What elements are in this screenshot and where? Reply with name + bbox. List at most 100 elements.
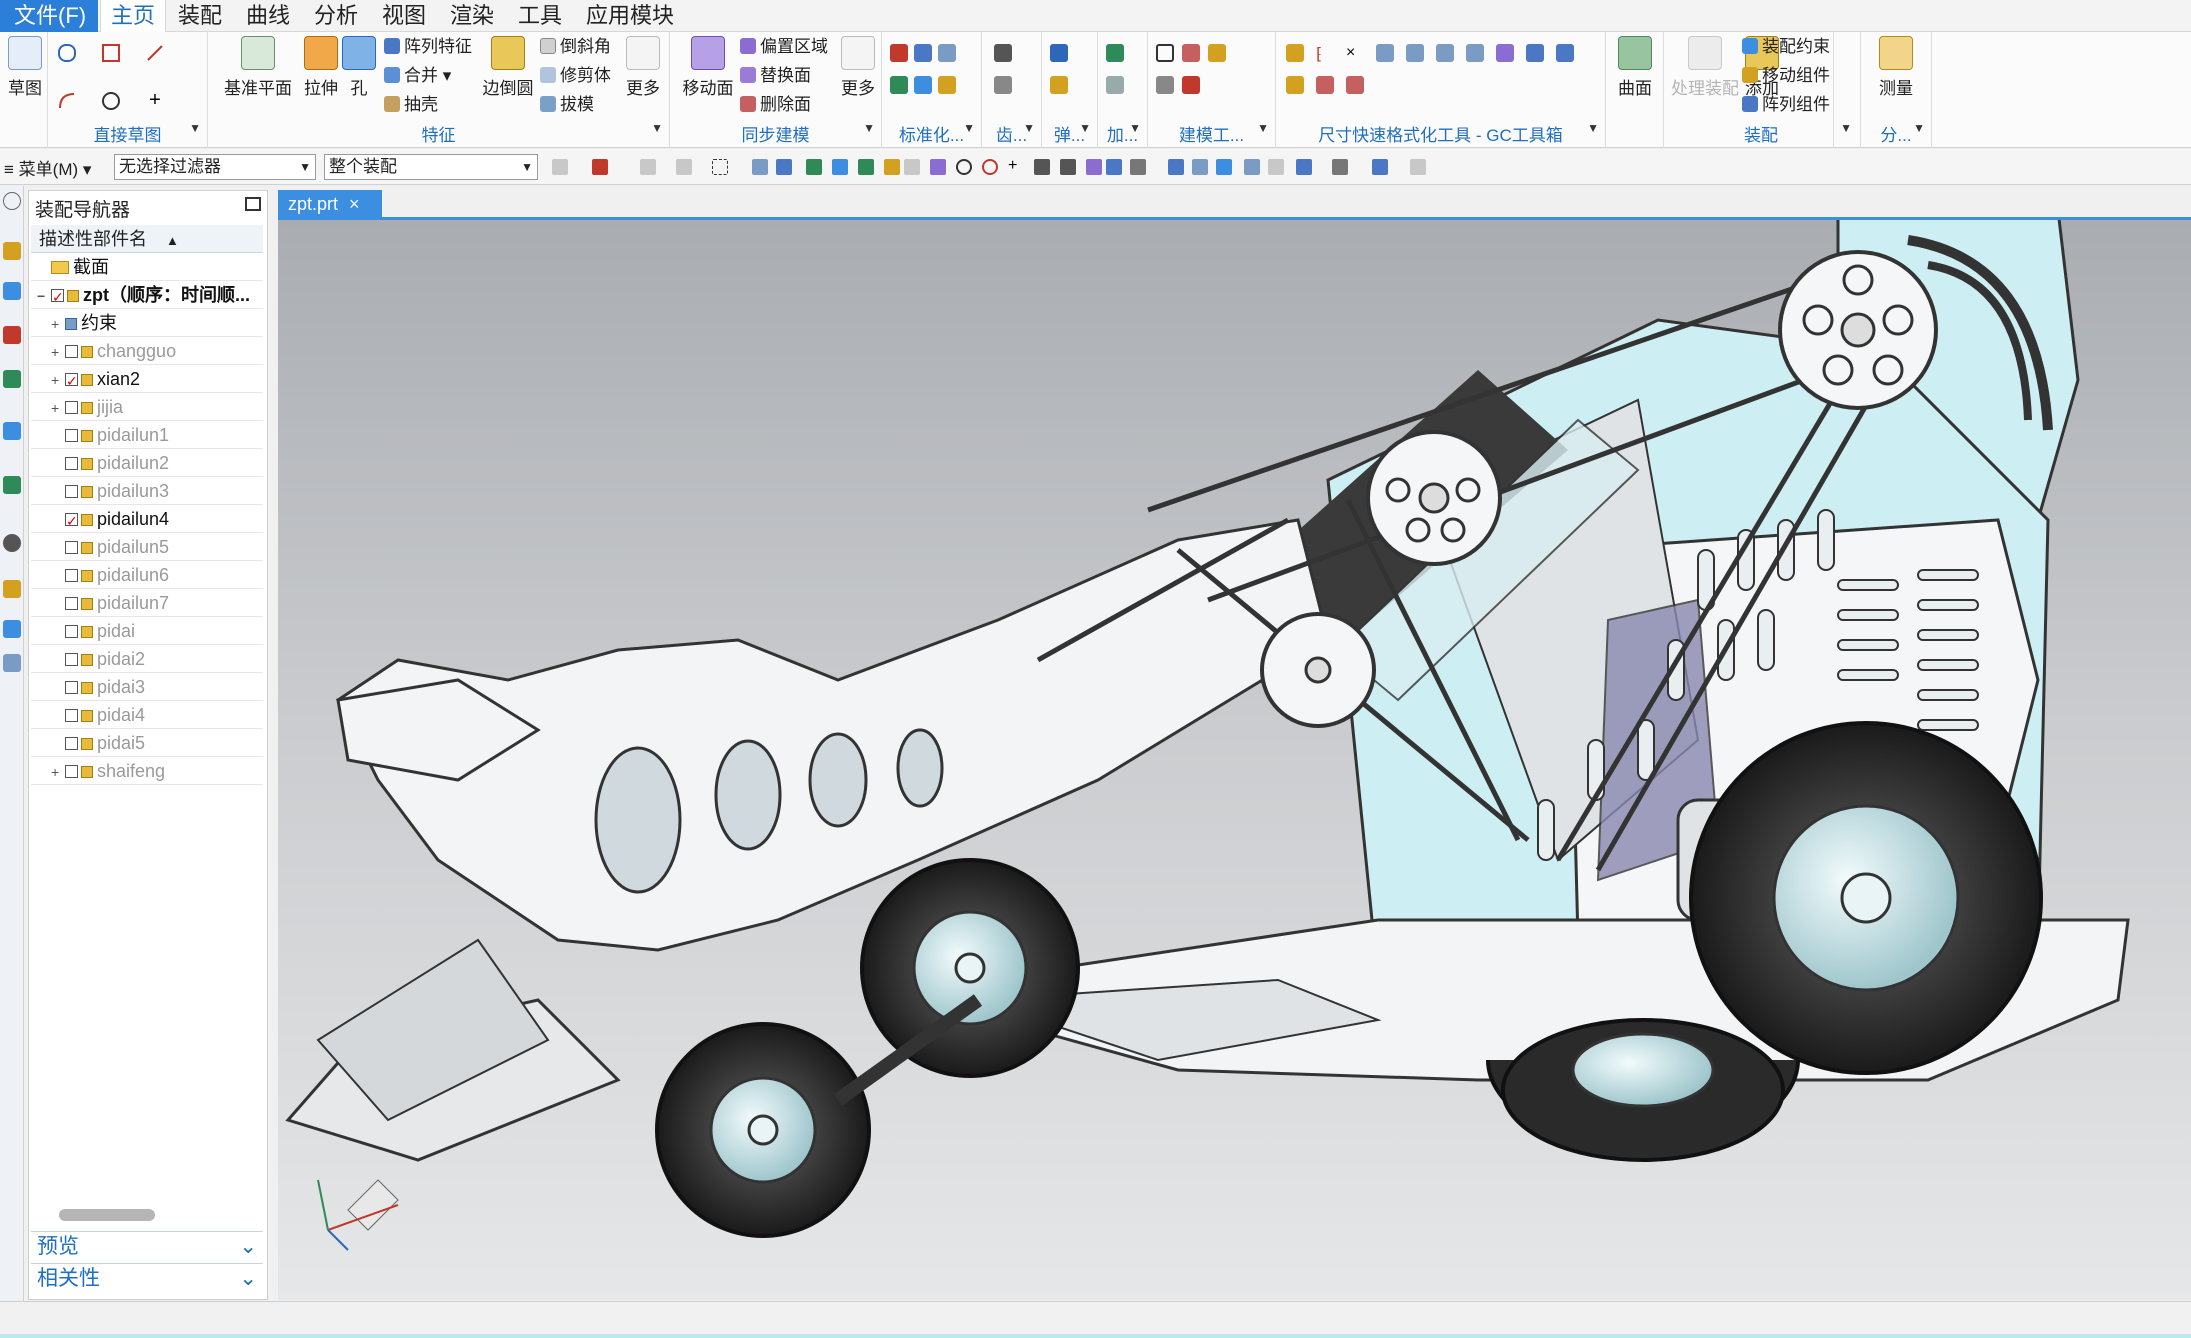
tree-row[interactable]: pidai5 (31, 729, 263, 757)
web-browser-icon[interactable] (3, 422, 21, 440)
visibility-checkbox[interactable] (65, 653, 78, 666)
box-select-icon[interactable] (712, 159, 728, 175)
pattern-feature-button[interactable]: 阵列特征 (384, 34, 472, 60)
sync-more-button[interactable]: 更多 (836, 36, 880, 99)
spring-coil-icon[interactable] (1050, 76, 1068, 94)
shading-icon[interactable] (1372, 159, 1388, 175)
cross-icon[interactable]: × (1346, 44, 1364, 62)
fixture-icon[interactable] (1106, 76, 1124, 94)
roles-icon[interactable] (3, 654, 21, 672)
trim-body-button[interactable]: 修剪体 (540, 63, 611, 89)
visibility-checkbox[interactable] (65, 345, 78, 358)
draft-button[interactable]: 拔模 (540, 92, 594, 118)
menu-button[interactable]: ≡ 菜单(M) ▾ (4, 155, 91, 180)
format4-icon[interactable] (1466, 44, 1484, 62)
dimension-icon[interactable] (1286, 44, 1304, 62)
move-component-button[interactable]: 移动组件 (1742, 63, 1830, 89)
on-curve-icon[interactable] (1034, 159, 1050, 175)
display-icon[interactable] (1332, 159, 1348, 175)
tree-row[interactable]: + xian2 (31, 365, 263, 393)
tool4-icon[interactable] (1182, 76, 1200, 94)
tree-row[interactable]: + shaifeng (31, 757, 263, 785)
constraint-navigator-icon[interactable] (3, 282, 21, 300)
tree-row[interactable]: 截面 (31, 253, 263, 281)
body-icon[interactable] (776, 159, 792, 175)
existing-point-icon[interactable]: + (1008, 158, 1024, 175)
format7-icon[interactable] (1556, 44, 1574, 62)
history-icon[interactable] (3, 476, 21, 494)
expand-toggle-icon[interactable]: + (51, 310, 65, 336)
shell-button[interactable]: 抽壳 (384, 92, 438, 118)
hide-icon[interactable] (1410, 159, 1426, 175)
rotate-icon[interactable] (1216, 159, 1232, 175)
part-navigator-icon[interactable] (3, 326, 21, 344)
polar-icon[interactable] (1130, 159, 1146, 175)
expand-toggle-icon[interactable]: + (51, 338, 65, 364)
visibility-checkbox[interactable] (65, 569, 78, 582)
format6-icon[interactable] (1526, 44, 1544, 62)
end-point-icon[interactable] (858, 159, 874, 175)
visibility-checkbox[interactable] (65, 737, 78, 750)
visibility-checkbox[interactable] (65, 541, 78, 554)
visibility-checkbox[interactable] (65, 681, 78, 694)
feature-more-button[interactable]: 更多 (620, 36, 666, 99)
tab-render[interactable]: 渲染 (440, 0, 504, 32)
sketch-button[interactable]: 草图 (0, 36, 54, 99)
replace-face-button[interactable]: 替换面 (740, 63, 811, 89)
tangent-icon[interactable] (1106, 159, 1122, 175)
tab-assembly[interactable]: 装配 (168, 0, 232, 32)
intersection-icon[interactable] (930, 159, 946, 175)
reuse-library-icon[interactable] (3, 370, 21, 388)
visibility-checkbox[interactable] (65, 485, 78, 498)
expand-toggle-icon[interactable]: + (51, 366, 65, 392)
line-icon[interactable] (146, 44, 164, 62)
tree-row[interactable]: + 约束 (31, 309, 263, 337)
machining-icon[interactable] (1106, 44, 1124, 62)
point-icon[interactable]: + (146, 90, 164, 110)
arc-icon[interactable] (58, 92, 76, 110)
tree-row[interactable]: pidailun6 (31, 561, 263, 589)
control-point-icon[interactable] (904, 159, 920, 175)
format9-icon[interactable] (1316, 76, 1334, 94)
close-icon[interactable]: × (349, 194, 360, 214)
washer-icon[interactable] (890, 76, 908, 94)
on-face-icon[interactable] (1060, 159, 1076, 175)
gear-icon[interactable] (994, 44, 1012, 62)
tree-row[interactable]: pidailun5 (31, 533, 263, 561)
format3-icon[interactable] (1436, 44, 1454, 62)
spring-icon[interactable] (1050, 44, 1068, 62)
file-menu[interactable]: 文件(F) (0, 0, 98, 32)
format10-icon[interactable] (1346, 76, 1364, 94)
visibility-checkbox[interactable] (65, 625, 78, 638)
datum-plane-button[interactable]: 基准平面 (218, 36, 298, 99)
dependencies-section[interactable]: 相关性 ⌄ (31, 1263, 263, 1293)
circle-icon[interactable] (102, 92, 120, 110)
snap-icon[interactable] (552, 159, 568, 175)
point-snap-icon[interactable] (806, 159, 822, 175)
selection-scope-dropdown[interactable]: 整个装配 ▼ (324, 154, 538, 180)
process-assembly-button[interactable]: 处理装配 (1664, 36, 1746, 99)
tab-zpt-prt[interactable]: zpt.prt × (278, 190, 382, 218)
render-style-icon[interactable] (1168, 159, 1184, 175)
tab-applications[interactable]: 应用模块 (576, 0, 684, 32)
tab-analysis[interactable]: 分析 (304, 0, 368, 32)
curve-icon[interactable] (58, 44, 76, 62)
visibility-checkbox[interactable] (65, 765, 78, 778)
visibility-checkbox[interactable] (65, 597, 78, 610)
tab-curve[interactable]: 曲线 (236, 0, 300, 32)
center-icon[interactable] (956, 159, 972, 175)
midpoint-icon[interactable] (884, 159, 900, 175)
visibility-checkbox[interactable] (65, 429, 78, 442)
measure-button[interactable]: 测量 (1867, 36, 1925, 99)
tab-view[interactable]: 视图 (372, 0, 436, 32)
filter2-icon[interactable] (676, 159, 692, 175)
format2-icon[interactable] (1406, 44, 1424, 62)
layer-icon[interactable] (1296, 159, 1312, 175)
tree-row[interactable]: pidai3 (31, 673, 263, 701)
move-face-button[interactable]: 移动面 (676, 36, 740, 99)
tool2-icon[interactable] (1208, 44, 1226, 62)
visibility-checkbox[interactable] (65, 507, 78, 532)
tree-row[interactable]: − zpt（顺序：时间顺... (31, 281, 263, 309)
selection-filter-dropdown[interactable]: 无选择过滤器 ▼ (114, 154, 316, 180)
column-header[interactable]: 描述性部件名 ▲ (31, 225, 263, 253)
